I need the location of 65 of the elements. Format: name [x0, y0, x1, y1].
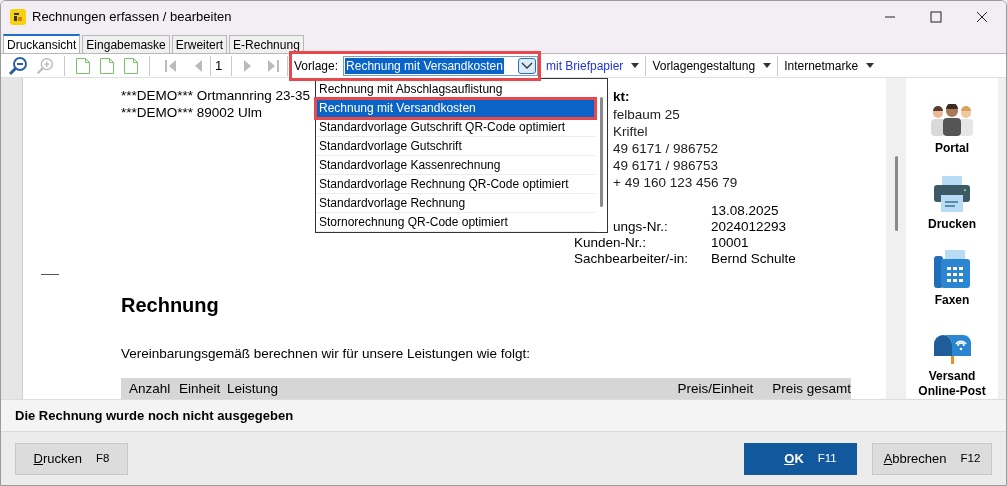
document-heading: Rechnung: [121, 293, 219, 318]
info-label: Sachbearbeiter/-in:: [574, 250, 689, 268]
fax-machine-icon: [934, 250, 970, 288]
column-header: Preis gesamt: [772, 379, 851, 398]
action-button[interactable]: Faxen: [912, 250, 992, 308]
page-icon[interactable]: [123, 55, 139, 76]
address-line: ***DEMO*** 89002 Ulm: [121, 104, 263, 122]
contact-line: felbaum 25: [613, 106, 680, 124]
info-value: 2024012293: [711, 218, 787, 236]
scrollbar-thumb[interactable]: [599, 97, 603, 207]
scrollbar-thumb[interactable]: [894, 156, 898, 231]
maximize-icon[interactable]: [930, 11, 942, 23]
action-button[interactable]: Portal: [912, 98, 992, 156]
column-header: Einheit: [179, 379, 222, 398]
dialog-button[interactable]: Abbrechen F12: [872, 442, 992, 475]
template-combobox[interactable]: Rechnung mit Versandkosten: [343, 55, 538, 76]
info-label: Kunden-Nr.:: [574, 234, 647, 252]
page-icon[interactable]: [75, 55, 91, 76]
contact-line: Kriftel: [613, 123, 648, 141]
caret-icon: [763, 63, 772, 68]
close-icon[interactable]: [976, 11, 988, 23]
dropdown-option[interactable]: Standardvorlage Rechnung: [316, 194, 595, 213]
zoom-out-icon[interactable]: [7, 55, 29, 76]
tab[interactable]: Erweitert: [171, 35, 228, 53]
dropdown-option[interactable]: Standardvorlage Gutschrift QR-Code optimiert: [316, 118, 595, 137]
action-button[interactable]: Versand Online-Post: [912, 326, 992, 399]
column-header: Preis/Einheit: [676, 379, 755, 398]
page-icon[interactable]: [99, 55, 115, 76]
dropdown-option[interactable]: Standardvorlage Kassenrechnung: [316, 156, 595, 175]
contact-line: 49 6171 / 986752: [613, 140, 719, 158]
contact-heading: kt:: [613, 88, 630, 106]
info-label: ungs-Nr.:: [613, 218, 668, 236]
tab[interactable]: E-Rechnung: [229, 35, 304, 53]
address-line: ***DEMO*** Ortmannring 23-35: [121, 87, 311, 105]
menu-button[interactable]: Vorlagengestaltung: [649, 56, 775, 75]
zoom-in-icon[interactable]: [35, 55, 55, 76]
caret-icon: [866, 63, 875, 68]
info-value: Bernd Schulte: [711, 250, 796, 268]
app-icon: [10, 9, 26, 25]
dialog-button[interactable]: Drucken F8: [15, 442, 128, 475]
menu-button[interactable]: Internetmarke: [781, 56, 878, 75]
printer-icon: [932, 174, 972, 212]
dropdown-option[interactable]: Stornorechnung QR-Code optimiert: [316, 213, 595, 232]
dialog-button[interactable]: OK F11: [744, 442, 857, 475]
contact-line: 49 6171 / 986753: [613, 157, 719, 175]
chevron-down-icon[interactable]: [518, 57, 536, 74]
template-label: Vorlage:: [294, 57, 339, 75]
tab[interactable]: Eingabemaske: [82, 35, 170, 53]
action-button[interactable]: Drucken: [912, 174, 992, 232]
dropdown-option[interactable]: Standardvorlage Rechnung QR-Code optimiert: [316, 175, 595, 194]
column-header: Anzahl: [129, 379, 172, 398]
window-title: Rechnungen erfassen / bearbeiten: [32, 8, 232, 27]
fold-mark: [41, 274, 59, 275]
intro-text: Vereinbarungsgemäß berechnen wir für unsere Leistungen wie folgt:: [121, 345, 530, 363]
caret-icon: [631, 63, 640, 68]
page-number-field[interactable]: 1: [211, 55, 231, 76]
info-value: 10001: [711, 234, 749, 252]
tab[interactable]: Druckansicht: [3, 34, 81, 53]
column-header: Leistung: [227, 379, 280, 398]
status-message: Die Rechnung wurde noch nicht ausgegeben: [15, 406, 294, 425]
dropdown-option[interactable]: Rechnung mit Versandkosten: [316, 99, 595, 118]
dropdown-option[interactable]: Standardvorlage Gutschrift: [316, 137, 595, 156]
info-value: 13.08.2025: [711, 202, 779, 220]
menu-button[interactable]: mit Briefpapier: [543, 56, 643, 75]
contact-line: + 49 160 123 456 79: [613, 174, 738, 192]
